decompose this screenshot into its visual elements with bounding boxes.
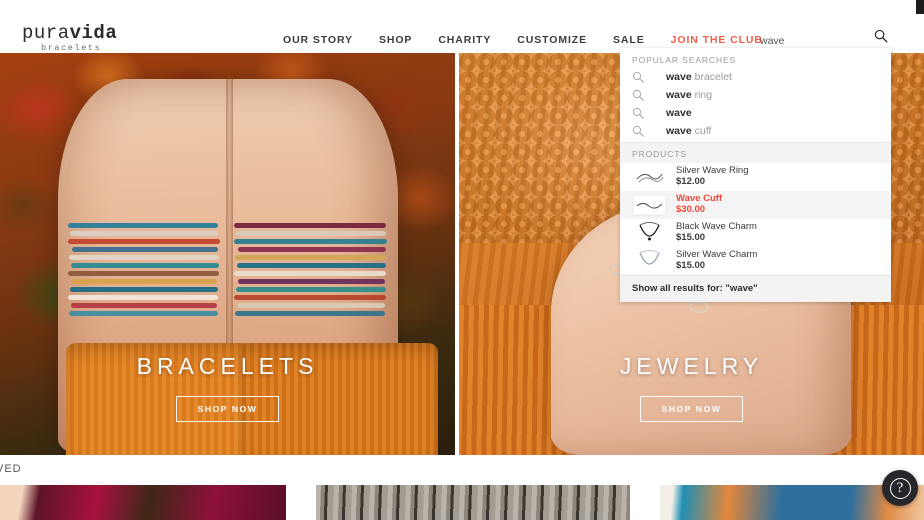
product-result-row[interactable]: Black Wave Charm $15.00 xyxy=(620,219,891,247)
nav-item-charity[interactable]: CHARITY xyxy=(438,34,491,46)
nav-item-customize[interactable]: CUSTOMIZE xyxy=(517,34,587,46)
product-price: $30.00 xyxy=(676,204,706,215)
popular-search-item-0[interactable]: wave bracelet xyxy=(620,70,891,84)
logo-subtitle: bracelets xyxy=(41,43,102,53)
page-root: puravida bracelets OUR STORY SHOP CHARIT… xyxy=(0,0,924,520)
product-price: $15.00 xyxy=(676,260,706,271)
silver-wave-ring-thumb xyxy=(632,165,667,189)
bracelet-stack-graphic xyxy=(62,221,394,349)
show-all-results-link[interactable]: Show all results for: "wave" xyxy=(620,275,891,302)
site-header: puravida bracelets OUR STORY SHOP CHARIT… xyxy=(0,0,924,53)
popular-search-label: wave ring xyxy=(666,89,712,101)
wave-cuff-thumb xyxy=(632,193,667,217)
product-result-row[interactable]: Wave Cuff $30.00 xyxy=(620,191,891,219)
product-price: $15.00 xyxy=(676,232,706,243)
section-heading: VED xyxy=(0,463,22,475)
popular-search-rest: bracelet xyxy=(691,71,732,83)
nav-item-our-story[interactable]: OUR STORY xyxy=(283,34,353,46)
search-suggestions-dropdown: POPULAR SEARCHES wave bracelet wave ring… xyxy=(620,48,891,302)
nav-item-sale[interactable]: SALE xyxy=(613,34,645,46)
thumbnail-gap xyxy=(630,485,660,520)
thumbnail-gap xyxy=(286,485,316,520)
popular-search-label: wave xyxy=(666,107,692,119)
popular-search-bold: wave xyxy=(666,89,692,101)
shop-now-button-jewelry[interactable]: SHOP NOW xyxy=(639,396,744,422)
help-button[interactable]: ? xyxy=(882,470,918,506)
logo-vida: vida xyxy=(69,22,118,44)
products-label: PRODUCTS xyxy=(620,142,891,163)
thumbnail-item-1[interactable] xyxy=(0,485,286,520)
search-icon xyxy=(632,71,644,83)
product-result-row[interactable]: Silver Wave Ring $12.00 xyxy=(620,163,891,191)
product-info: Black Wave Charm $15.00 xyxy=(676,221,757,244)
ring-graphic-3 xyxy=(689,301,709,313)
search-icon[interactable] xyxy=(874,29,888,43)
black-wave-charm-thumb xyxy=(632,221,667,245)
hero-caption-bracelets: BRACELETS SHOP NOW xyxy=(0,353,455,422)
search-icon xyxy=(632,89,644,101)
hero-title-bracelets: BRACELETS xyxy=(136,353,319,379)
product-info: Silver Wave Charm $15.00 xyxy=(676,249,757,272)
popular-search-bold: wave xyxy=(666,71,692,83)
search-icon xyxy=(632,107,644,119)
popular-search-item-1[interactable]: wave ring xyxy=(620,88,891,102)
popular-search-rest: ring xyxy=(691,89,713,101)
shop-now-button-bracelets[interactable]: SHOP NOW xyxy=(175,396,280,422)
product-info: Silver Wave Ring $12.00 xyxy=(676,165,749,188)
hero-caption-jewelry: JEWELRY SHOP NOW xyxy=(459,353,924,422)
silver-wave-charm-thumb xyxy=(632,249,667,273)
main-navigation: OUR STORY SHOP CHARITY CUSTOMIZE SALE JO… xyxy=(283,34,763,46)
search-icon xyxy=(632,125,644,137)
popular-search-label: wave cuff xyxy=(666,125,711,137)
site-logo[interactable]: puravida bracelets xyxy=(22,24,117,53)
thumbnail-row xyxy=(0,485,924,520)
popular-searches-label: POPULAR SEARCHES xyxy=(632,55,737,65)
hero-panel-bracelets[interactable]: BRACELETS SHOP NOW xyxy=(0,53,455,455)
popular-search-item-2[interactable]: wave xyxy=(620,106,891,120)
recently-viewed-section: VED ? xyxy=(0,455,924,520)
product-info: Wave Cuff $30.00 xyxy=(676,193,722,216)
popular-search-label: wave bracelet xyxy=(666,71,732,83)
popular-search-rest: cuff xyxy=(691,125,712,137)
logo-pura: pura xyxy=(22,22,70,44)
thumbnail-item-2[interactable] xyxy=(316,485,630,520)
product-price: $12.00 xyxy=(676,176,706,187)
popular-search-bold: wave xyxy=(666,107,692,119)
popular-search-item-3[interactable]: wave cuff xyxy=(620,124,891,138)
nav-item-shop[interactable]: SHOP xyxy=(379,34,412,46)
page-scrollbar[interactable] xyxy=(916,0,924,520)
scrollbar-thumb[interactable] xyxy=(916,0,924,14)
popular-search-bold: wave xyxy=(666,125,692,137)
logo-wordmark: puravida xyxy=(22,24,117,43)
help-ring-icon xyxy=(889,477,911,499)
hero-title-jewelry: JEWELRY xyxy=(619,353,764,379)
product-result-row[interactable]: Silver Wave Charm $15.00 xyxy=(620,247,891,275)
nav-item-join-the-club[interactable]: JOIN THE CLUB xyxy=(671,34,763,46)
